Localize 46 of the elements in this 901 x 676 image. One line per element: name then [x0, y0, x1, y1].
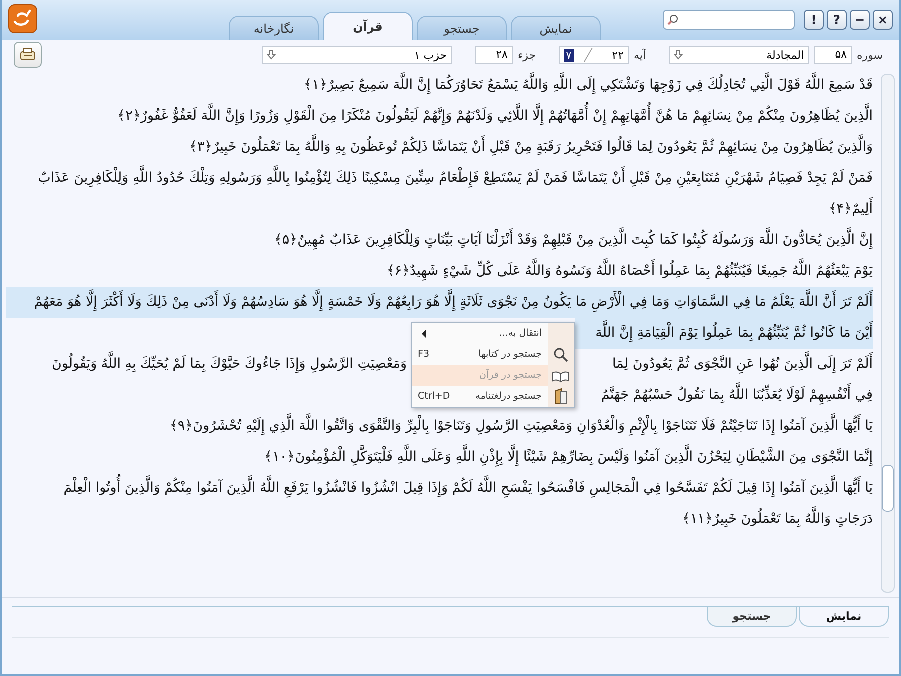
ayah-field[interactable]: ۲۲ ۷ — [559, 46, 629, 64]
scrollbar[interactable] — [881, 74, 895, 593]
window-button[interactable]: − — [850, 10, 870, 30]
verse-line[interactable]: الَّذِينَ يُظَاهِرُونَ مِنْكُمْ مِنْ نِسَائِهِمْ مَا هُنَّ أُمَّهَاتِهِمْ إِنْ أُمَّهَاتُهُمْ إِلَّا اللَّائِي وَلَدْنَهُمْ وَإِنَّهُمْ لَيَقُولُونَ مُنْكَرًا مِنَ الْقَوْلِ وَزُورًا وَإِنَّ اللَّهَ لَعَفُوٌّ غَفُورٌ﴿۲﴾ — [6, 101, 873, 132]
printer-icon — [20, 48, 36, 62]
print-button[interactable] — [14, 42, 42, 68]
hizb-dropdown[interactable]: حزب ۱ — [262, 46, 452, 64]
juz-field[interactable]: ۲۸ — [474, 46, 513, 64]
open-book-icon — [552, 368, 570, 382]
verse-line[interactable]: وَمَعْصِيَتِ الرَّسُولِ وَإِذَا جَاءُوكَ حَيَّوْكَ بِمَا لَمْ يُحَيِّكَ بِهِ اللَّهُ وَيَقُولُونَ — [52, 349, 407, 380]
verse-line[interactable]: أَلِيمٌ﴿۴﴾ — [6, 194, 873, 225]
scroll-thumb[interactable] — [882, 465, 894, 512]
tab[interactable]: جستجو — [707, 607, 797, 627]
verse-line[interactable]: دَرَجَاتٍ وَاللَّهُ بِمَا تَعْمَلُونَ خَبِيرٌ﴿۱۱﴾ — [6, 504, 873, 535]
tab[interactable]: نگارخانه — [229, 16, 319, 40]
verse-line[interactable]: وَالَّذِينَ يُظَاهِرُونَ مِنْ نِسَائِهِمْ ثُمَّ يَعُودُونَ لِمَا قَالُوا فَتَحْرِيرُ رَقَبَةٍ مِنْ قَبْلِ أَنْ يَتَمَاسَّا ذَلِكُمْ تُوعَظُونَ بِهِ وَاللَّهُ بِمَا تَعْمَلُونَ خَبِيرٌ﴿۳﴾ — [6, 132, 873, 163]
surah-number-field[interactable]: ۵۸ — [814, 46, 852, 64]
search-field[interactable] — [663, 10, 795, 30]
search-icon — [667, 14, 679, 26]
verse-line[interactable]: فِي أَنْفُسِهِمْ لَوْلَا يُعَذِّبُنَا اللَّهُ بِمَا نَقُولُ حَسْبُهُمْ جَهَنَّمُ — [575, 380, 873, 411]
down-arrow-icon — [266, 50, 276, 60]
surah-label: سوره — [857, 48, 883, 62]
tab[interactable]: قرآن — [323, 12, 413, 40]
submenu-arrow-icon — [422, 330, 426, 338]
book-icon — [554, 388, 568, 405]
verse-line[interactable]: أَلَمْ تَرَ إِلَى الَّذِينَ نُهُوا عَنِ النَّجْوَى ثُمَّ يَعُودُونَ لِمَا — [575, 349, 873, 380]
tab[interactable]: جستجو — [417, 16, 507, 40]
verse-line[interactable]: إِنَّمَا النَّجْوَى مِنَ الشَّيْطَانِ لِيَحْزُنَ الَّذِينَ آمَنُوا وَلَيْسَ بِضَارِّهِمْ شَيْئًا إِلَّا بِإِذْنِ اللَّهِ وَعَلَى اللَّهِ فَلْيَتَوَكَّلِ الْمُؤْمِنُونَ﴿۱۰﴾ — [6, 442, 873, 473]
window-button[interactable]: ? — [827, 10, 847, 30]
window-button[interactable]: ! — [804, 10, 824, 30]
verse-line[interactable]: يَا أَيُّهَا الَّذِينَ آمَنُوا إِذَا تَنَاجَيْتُمْ فَلَا تَتَنَاجَوْا بِالْإِثْمِ وَالْعُدْوَانِ وَمَعْصِيَتِ الرَّسُولِ وَتَنَاجَوْا بِالْبِرِّ وَالتَّقْوَى وَاتَّقُوا اللَّهَ الَّذِي إِلَيْهِ تُحْشَرُونَ﴿۹﴾ — [6, 411, 873, 442]
menu-item[interactable]: انتقال به... — [412, 323, 574, 344]
window-button[interactable]: × — [873, 10, 893, 30]
juz-label: جزء — [518, 48, 536, 62]
app-logo-icon — [8, 4, 38, 34]
verse-line[interactable]: قَدْ سَمِعَ اللَّهُ قَوْلَ الَّتِي تُجَادِلُكَ فِي زَوْجِهَا وَتَشْتَكِي إِلَى اللَّهِ وَاللَّهُ يَسْمَعُ تَحَاوُرَكُمَا إِنَّ اللَّهَ سَمِيعٌ بَصِيرٌ﴿۱﴾ — [6, 70, 873, 101]
tab[interactable]: نمایش — [511, 16, 601, 40]
verse-line[interactable]: يَوْمَ يَبْعَثُهُمُ اللَّهُ جَمِيعًا فَيُنَبِّئُهُمْ بِمَا عَمِلُوا أَحْصَاهُ اللَّهُ وَنَسُوهُ وَاللَّهُ عَلَى كُلِّ شَيْءٍ شَهِيدٌ﴿۶﴾ — [6, 256, 873, 287]
search-icon — [553, 346, 569, 362]
tab[interactable]: نمایش — [799, 607, 889, 627]
verse-line[interactable]: يَا أَيُّهَا الَّذِينَ آمَنُوا إِذَا قِيلَ لَكُمْ تَفَسَّحُوا فِي الْمَجَالِسِ فَافْسَحُوا يَفْسَحِ اللَّهُ لَكُمْ وَإِذَا قِيلَ انْشُزُوا فَانْشُزُوا يَرْفَعِ اللَّهُ الَّذِينَ آمَنُوا مِنْكُمْ وَالَّذِينَ أُوتُوا الْعِلْمَ — [6, 473, 873, 504]
verse-line[interactable]: فَمَنْ لَمْ يَجِدْ فَصِيَامُ شَهْرَيْنِ مُتَتَابِعَيْنِ مِنْ قَبْلِ أَنْ يَتَمَاسَّا فَمَنْ لَمْ يَسْتَطِعْ فَإِطْعَامُ سِتِّينَ مِسْكِينًا ذَلِكَ لِتُؤْمِنُوا بِاللَّهِ وَرَسُولِهِ وَتِلْكَ حُدُودُ اللَّهِ وَلِلْكَافِرِينَ عَذَابٌ — [6, 163, 873, 194]
verse-line[interactable]: إِنَّ الَّذِينَ يُحَادُّونَ اللَّهَ وَرَسُولَهُ كُبِتُوا كَمَا كُبِتَ الَّذِينَ مِنْ قَبْلِهِمْ وَقَدْ أَنْزَلْنَا آيَاتٍ بَيِّنَاتٍ وَلِلْكَافِرِينَ عَذَابٌ مُهِينٌ﴿۵﴾ — [6, 225, 873, 256]
surah-dropdown[interactable]: المجادلة — [669, 46, 810, 64]
down-arrow-icon — [674, 50, 684, 60]
ayah-label: آیه — [634, 48, 646, 62]
